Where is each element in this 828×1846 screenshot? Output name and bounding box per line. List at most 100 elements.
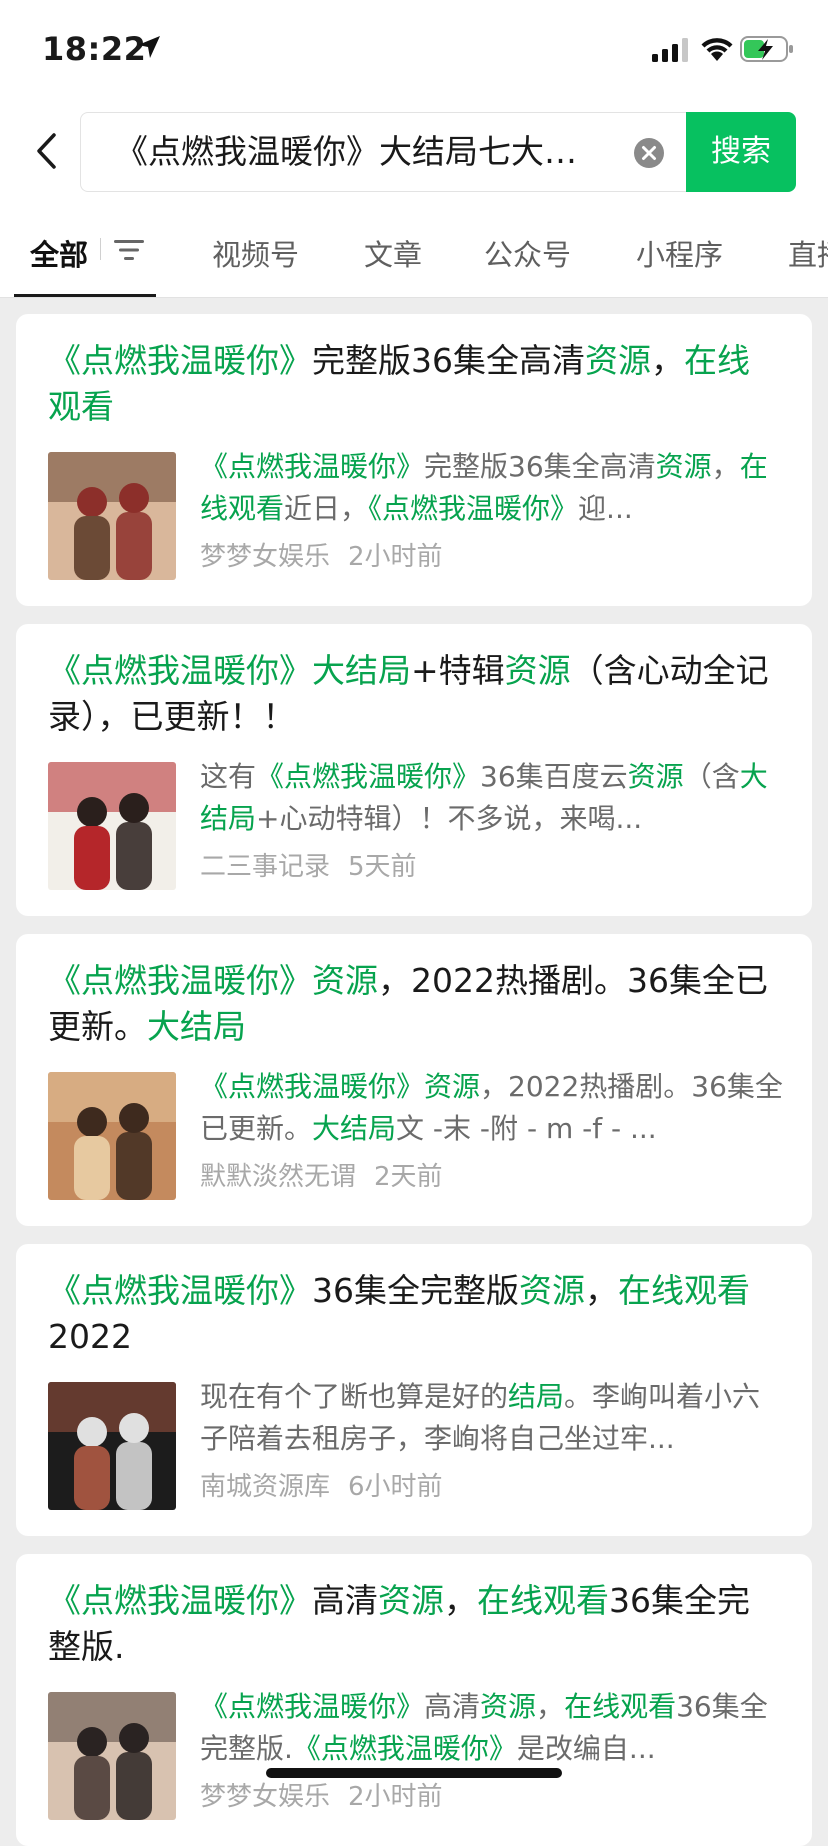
highlighted-keyword: 在线观看: [564, 1690, 677, 1723]
highlighted-keyword: 《点燃我温暖你》: [48, 341, 312, 380]
result-title-text: ，: [585, 1271, 618, 1310]
highlighted-keyword: 资源: [378, 1581, 444, 1620]
result-snippet-text: 这有: [200, 760, 257, 793]
result-title-text: 高清: [312, 1581, 378, 1620]
result-title[interactable]: 《点燃我温暖你》36集全完整版资源，在线观看 2022: [48, 1268, 780, 1360]
result-source[interactable]: 南城资源库: [200, 1472, 330, 1502]
search-button[interactable]: 搜索: [686, 112, 796, 192]
clear-icon[interactable]: [633, 137, 665, 169]
result-time: 5天前: [348, 852, 417, 882]
result-time: 6小时前: [348, 1472, 443, 1502]
result-source[interactable]: 梦梦女娱乐: [200, 1782, 330, 1812]
highlighted-keyword: 大结局: [147, 1007, 246, 1046]
result-title[interactable]: 《点燃我温暖你》大结局+特辑资源（含心动全记录），已更新！！: [48, 648, 780, 740]
result-thumbnail[interactable]: [48, 1382, 176, 1510]
result-source[interactable]: 默默淡然无谓: [200, 1162, 356, 1192]
highlighted-keyword: 《点燃我温暖你》: [292, 1732, 517, 1765]
result-meta: 南城资源库 6小时前: [200, 1466, 443, 1503]
tab-mini-programs[interactable]: 小程序: [636, 232, 723, 274]
highlighted-keyword: 资源: [655, 450, 712, 483]
result-thumbnail[interactable]: [48, 452, 176, 580]
chevron-left-icon: [37, 133, 56, 169]
result-snippet: 《点燃我温暖你》资源，2022热播剧。36集全已更新。大结局文 -末 -附 - …: [200, 1066, 786, 1150]
highlighted-keyword: 《点燃我温暖你》: [200, 1070, 425, 1103]
result-card[interactable]: 《点燃我温暖你》大结局+特辑资源（含心动全记录），已更新！！ 这有《点燃我温暖你》…: [16, 624, 812, 916]
highlighted-keyword: 资源: [627, 760, 684, 793]
result-card[interactable]: 《点燃我温暖你》资源，2022热播剧。36集全已更新。大结局 《点燃我温暖你》资源…: [16, 934, 812, 1226]
result-title-text: ，: [651, 341, 684, 380]
result-title-text: +特辑: [411, 651, 505, 690]
thumbnail-image: [48, 1072, 176, 1200]
battery-charging-icon: [740, 36, 793, 62]
result-snippet-text: 36集百度云: [480, 760, 628, 793]
search-input[interactable]: 《点燃我温暖你》大结局七大…: [80, 112, 687, 192]
highlighted-keyword: 《点燃我温暖你》: [48, 1271, 312, 1310]
filter-icon[interactable]: [114, 238, 144, 262]
highlighted-keyword: 《点燃我温暖你》: [368, 492, 579, 525]
result-thumbnail[interactable]: [48, 762, 176, 890]
result-source[interactable]: 二三事记录: [200, 852, 330, 882]
back-button[interactable]: [28, 128, 64, 174]
highlighted-keyword: 《点燃我温暖你》: [200, 450, 425, 483]
home-indicator[interactable]: [266, 1768, 562, 1778]
result-title-text: 完整版36集全高清: [312, 341, 585, 380]
highlighted-keyword: 《点燃我温暖你》: [200, 1690, 425, 1723]
thumbnail-image: [48, 452, 176, 580]
thumbnail-image: [48, 762, 176, 890]
result-meta: 梦梦女娱乐 2小时前: [200, 1776, 443, 1813]
result-snippet-text: 高清: [424, 1690, 481, 1723]
status-time: 18:22: [42, 30, 147, 68]
result-snippet-text: +心动特辑）！不多说，来喝...: [256, 802, 643, 835]
highlighted-keyword: 大结局: [312, 1112, 397, 1145]
highlighted-keyword: 资源: [519, 1271, 585, 1310]
highlighted-keyword: 大结局: [312, 651, 411, 690]
result-card[interactable]: 《点燃我温暖你》完整版36集全高清资源，在线观看 《点燃我温暖你》完整版36集全高…: [16, 314, 812, 606]
result-meta: 二三事记录 5天前: [200, 846, 417, 883]
tab-all[interactable]: 全部: [30, 232, 88, 274]
highlighted-keyword: 《点燃我温暖你》: [48, 1581, 312, 1620]
highlighted-keyword: 资源: [504, 651, 571, 690]
highlighted-keyword: 资源: [424, 1070, 481, 1103]
result-snippet: 这有《点燃我温暖你》36集百度云资源（含大结局+心动特辑）！不多说，来喝...: [200, 756, 786, 840]
highlighted-keyword: 资源: [585, 341, 651, 380]
result-meta: 默默淡然无谓 2天前: [200, 1156, 443, 1193]
result-thumbnail[interactable]: [48, 1072, 176, 1200]
highlighted-keyword: 《点燃我温暖你》: [48, 651, 312, 690]
result-snippet-text: 近日，: [284, 492, 369, 525]
result-title-text: 2022: [48, 1317, 132, 1356]
status-bar: 18:22: [0, 0, 828, 100]
result-snippet: 《点燃我温暖你》完整版36集全高清资源，在线观看近日，《点燃我温暖你》迎...: [200, 446, 786, 530]
thumbnail-image: [48, 1692, 176, 1820]
result-title[interactable]: 《点燃我温暖你》资源，2022热播剧。36集全已更新。大结局: [48, 958, 780, 1050]
result-snippet-text: 现在有个了断也算是好的: [200, 1380, 509, 1413]
highlighted-keyword: 在线观看: [618, 1271, 750, 1310]
highlighted-keyword: 结局: [508, 1380, 565, 1413]
result-thumbnail[interactable]: [48, 1692, 176, 1820]
highlighted-keyword: 在线观看: [477, 1581, 609, 1620]
result-title-text: ，: [444, 1581, 477, 1620]
result-source[interactable]: 梦梦女娱乐: [200, 542, 330, 572]
result-snippet-text: 完整版36集全高清: [424, 450, 656, 483]
tab-official-accounts[interactable]: 公众号: [484, 232, 571, 274]
cellular-signal-icon: [652, 38, 688, 62]
result-card[interactable]: 《点燃我温暖你》36集全完整版资源，在线观看 2022 现在有个了断也算是好的结局。…: [16, 1244, 812, 1536]
divider: [0, 297, 828, 298]
result-snippet: 《点燃我温暖你》高清资源，在线观看36集全完整版.《点燃我温暖你》是改编自...: [200, 1686, 786, 1770]
result-title-text: 36集全完整版: [312, 1271, 519, 1310]
wifi-icon: [701, 38, 733, 61]
result-snippet: 现在有个了断也算是好的结局。李峋叫着小六子陪着去租房子，李峋将自己坐过牢...: [200, 1376, 786, 1460]
highlighted-keyword: 《点燃我温暖你》: [256, 760, 481, 793]
search-query-text[interactable]: 《点燃我温暖你》大结局七大…: [115, 131, 585, 173]
result-time: 2天前: [374, 1162, 443, 1192]
result-card[interactable]: 《点燃我温暖你》高清资源，在线观看36集全完整版. 《点燃我温暖你》高清资源，在线…: [16, 1554, 812, 1846]
top-bar: 18:22 《点燃我温暖你》大结局七大… 搜索 全部 视频号 文章 公众号 小程…: [0, 0, 828, 298]
result-title[interactable]: 《点燃我温暖你》高清资源，在线观看36集全完整版.: [48, 1578, 780, 1670]
tab-channels[interactable]: 视频号: [212, 232, 299, 274]
result-snippet-text: 是改编自...: [516, 1732, 656, 1765]
highlighted-keyword: 资源: [312, 961, 378, 1000]
location-arrow-icon: [138, 36, 160, 58]
tab-articles[interactable]: 文章: [364, 232, 422, 274]
tab-live[interactable]: 直播: [788, 232, 828, 274]
result-title[interactable]: 《点燃我温暖你》完整版36集全高清资源，在线观看: [48, 338, 780, 430]
highlighted-keyword: 《点燃我温暖你》: [48, 961, 312, 1000]
